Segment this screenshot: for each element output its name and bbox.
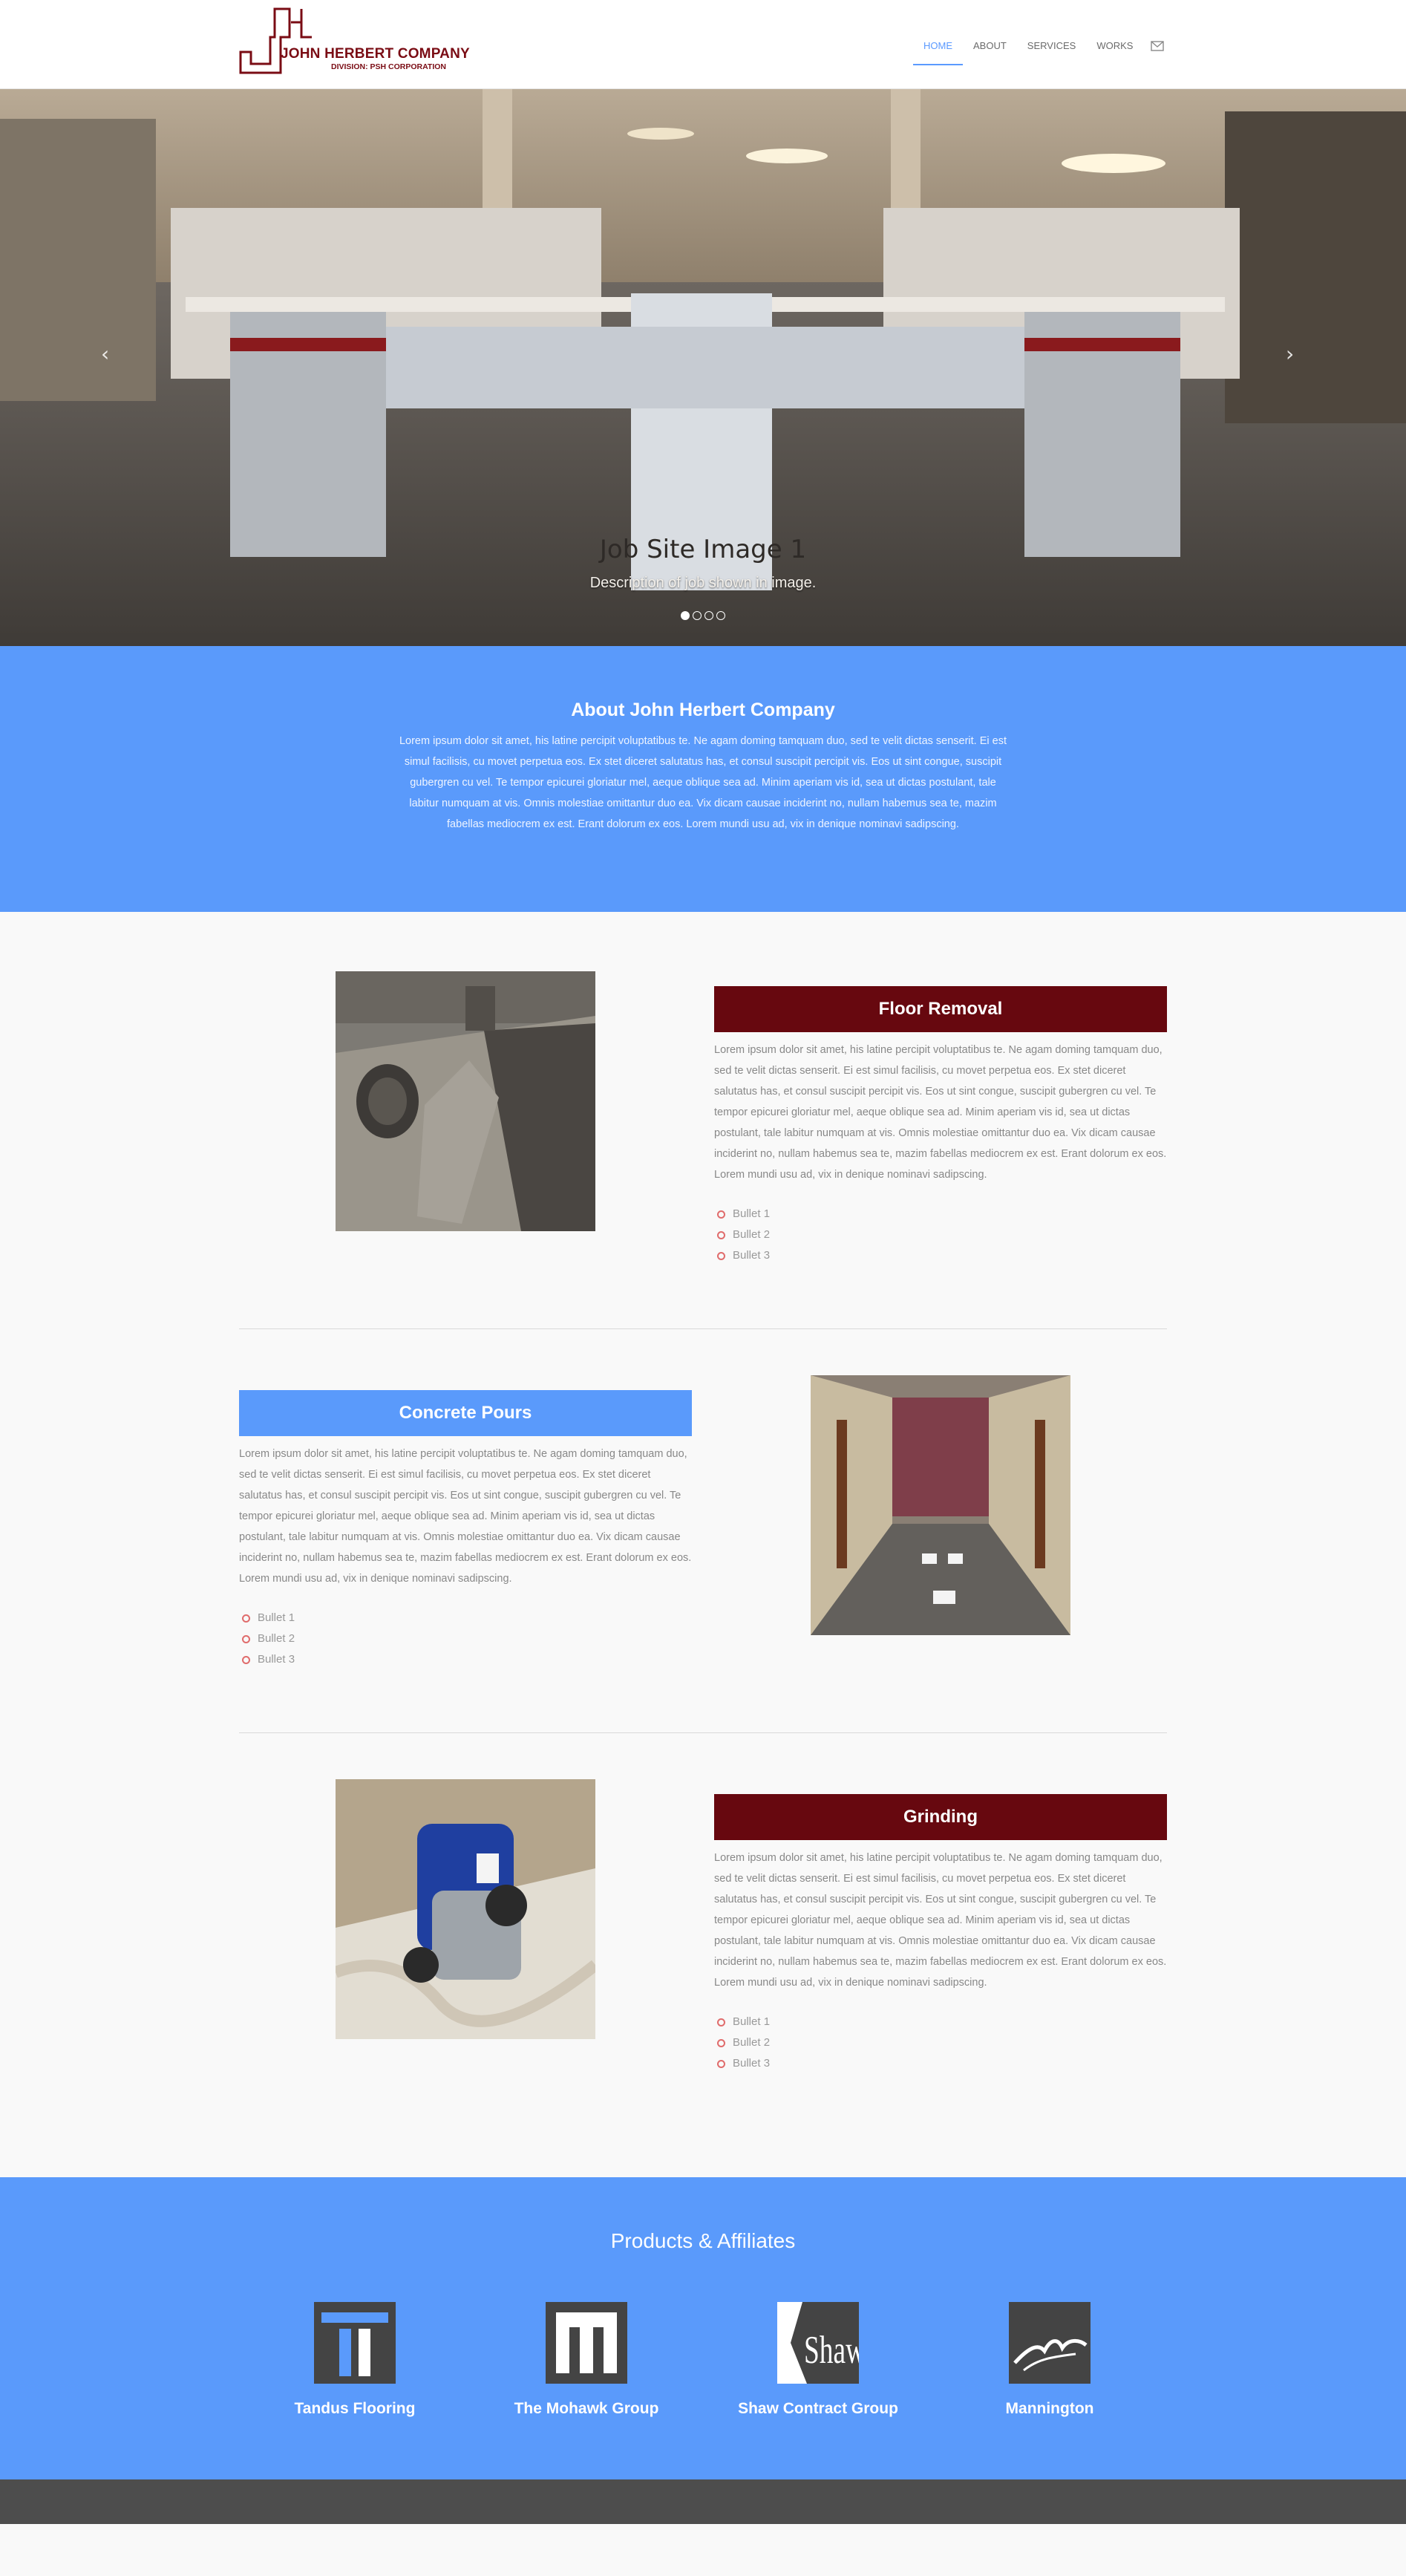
circle-bullet-icon — [242, 1634, 250, 1643]
floor-removal-bullets: Bullet 1 Bullet 2 Bullet 3 — [714, 1204, 937, 1266]
concrete-pours-bullets: Bullet 1 Bullet 2 Bullet 3 — [239, 1608, 462, 1670]
section-divider — [239, 1732, 1167, 1733]
products-affiliates-section: Products & Affiliates Tandus Flooring Th… — [0, 2177, 1406, 2479]
envelope-icon[interactable] — [1151, 41, 1165, 51]
nav-home[interactable]: HOME — [913, 39, 963, 65]
section-divider — [239, 1328, 1167, 1329]
about-title: About John Herbert Company — [571, 700, 835, 720]
main-nav: HOME ABOUT SERVICES WORKS — [913, 39, 1165, 65]
site-header: JOHN HERBERT COMPANY DIVISION: PSH CORPO… — [0, 0, 1406, 89]
affiliate-shaw[interactable]: Shaw Shaw Contract Group — [722, 2302, 915, 2418]
floor-removal-image — [336, 971, 595, 1231]
slider-prev-arrow[interactable]: ‹ — [101, 342, 109, 366]
affiliate-name: Tandus Flooring — [294, 2400, 416, 2417]
nav-works[interactable]: WORKS — [1086, 39, 1143, 64]
grinding-bullets: Bullet 1 Bullet 2 Bullet 3 — [714, 2012, 937, 2074]
list-item: Bullet 1 — [239, 1608, 462, 1628]
svg-text:Shaw: Shaw — [804, 2328, 859, 2372]
hero-slider: ‹ › Job Site Image 1 Description of job … — [0, 89, 1406, 646]
slider-dot-2[interactable] — [693, 611, 702, 620]
mannington-logo-icon — [1009, 2302, 1091, 2384]
affiliate-name: Mannington — [1005, 2400, 1094, 2417]
affiliate-name: Shaw Contract Group — [738, 2400, 898, 2417]
concrete-pours-text: Lorem ipsum dolor sit amet, his latine p… — [239, 1448, 692, 1585]
slide-description: Description of job shown in image. — [589, 575, 817, 591]
grinding-text: Lorem ipsum dolor sit amet, his latine p… — [714, 1852, 1167, 1989]
list-item: Bullet 2 — [714, 1225, 937, 1245]
list-item: Bullet 2 — [239, 1628, 462, 1649]
circle-bullet-icon — [717, 2018, 725, 2026]
list-item: Bullet 3 — [714, 1245, 937, 1266]
list-item: Bullet 2 — [714, 2032, 937, 2053]
logo-division: DIVISION: PSH CORPORATION — [331, 62, 446, 71]
slider-next-arrow[interactable]: › — [1286, 342, 1294, 366]
about-section: About John Herbert Company Lorem ipsum d… — [0, 646, 1406, 912]
circle-bullet-icon — [717, 2038, 725, 2047]
floor-removal-title: Floor Removal — [714, 986, 1167, 1032]
circle-bullet-icon — [242, 1655, 250, 1664]
affiliate-name: The Mohawk Group — [514, 2400, 659, 2417]
jh-monogram-icon — [239, 7, 312, 74]
slider-dot-3[interactable] — [704, 611, 713, 620]
circle-bullet-icon — [717, 1230, 725, 1239]
about-text: Lorem ipsum dolor sit amet, his latine p… — [399, 735, 1007, 830]
list-item: Bullet 3 — [714, 2053, 937, 2074]
mohawk-logo-icon — [546, 2302, 627, 2384]
tandus-logo-icon — [314, 2302, 396, 2384]
slide-title: Job Site Image 1 — [599, 535, 807, 564]
shaw-logo-icon: Shaw — [777, 2302, 859, 2384]
circle-bullet-icon — [717, 2059, 725, 2068]
logo-company-name: JOHN HERBERT COMPANY — [281, 46, 470, 62]
affiliate-mannington[interactable]: Mannington — [953, 2302, 1146, 2418]
site-footer — [0, 2479, 1406, 2524]
slider-pagination — [681, 611, 725, 620]
nav-services[interactable]: SERVICES — [1017, 39, 1087, 64]
list-item: Bullet 1 — [714, 1204, 937, 1225]
floor-removal-text: Lorem ipsum dolor sit amet, his latine p… — [714, 1044, 1167, 1181]
concrete-pours-image — [811, 1375, 1070, 1635]
list-item: Bullet 1 — [714, 2012, 937, 2032]
affiliate-mohawk[interactable]: The Mohawk Group — [490, 2302, 683, 2418]
nav-about[interactable]: ABOUT — [963, 39, 1017, 64]
grinding-image — [336, 1779, 595, 2039]
company-logo[interactable]: JOHN HERBERT COMPANY DIVISION: PSH CORPO… — [238, 7, 470, 80]
circle-bullet-icon — [717, 1210, 725, 1219]
slider-dot-4[interactable] — [716, 611, 725, 620]
list-item: Bullet 3 — [239, 1649, 462, 1670]
slider-dot-1[interactable] — [681, 611, 690, 620]
circle-bullet-icon — [242, 1614, 250, 1623]
products-title: Products & Affiliates — [610, 2229, 796, 2252]
circle-bullet-icon — [717, 1251, 725, 1260]
concrete-pours-title: Concrete Pours — [239, 1390, 692, 1436]
grinding-title: Grinding — [714, 1794, 1167, 1840]
affiliate-tandus[interactable]: Tandus Flooring — [258, 2302, 451, 2418]
